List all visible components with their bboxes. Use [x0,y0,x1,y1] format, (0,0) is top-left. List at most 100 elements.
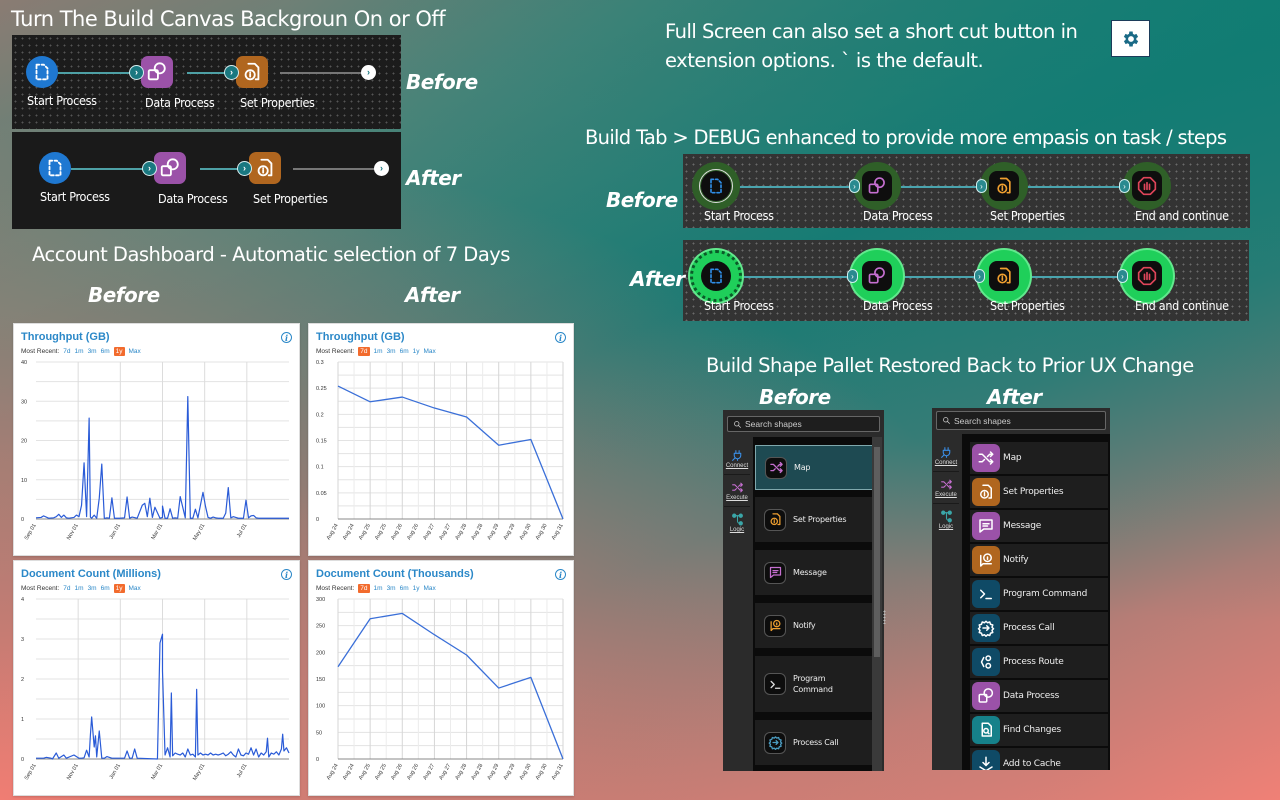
debug-node-set-properties[interactable] [980,162,1028,210]
y-tick-label: 10 [21,478,27,484]
x-tick-label: Aug 28 [454,763,468,781]
notify-icon [980,553,992,567]
search-shapes-input[interactable]: Search shapes [727,416,880,432]
data-process-icon [868,177,885,194]
debug-node-data-process[interactable] [853,162,901,210]
debug-node-label: Set Properties [990,208,1065,223]
node-set-properties[interactable] [249,152,281,184]
debug-node-data-process[interactable] [851,250,903,302]
shape-item-message[interactable]: Message [755,550,872,595]
shape-item-notify[interactable]: Notify [755,603,872,648]
shape-item-program-command[interactable]: Program Command [755,656,872,712]
process-route-icon [980,655,992,669]
shape-icon-tile [765,456,787,479]
scrollbar[interactable] [872,437,882,771]
notify-icon [770,619,780,632]
dashboard-title: Account Dashboard - Automatic selection … [32,243,510,266]
resize-handle[interactable] [883,610,886,624]
shape-item-process-route[interactable]: Process Route [970,646,1108,678]
input-port[interactable]: › [974,269,985,283]
node-start-process[interactable] [39,152,71,184]
scrollbar-thumb[interactable] [874,447,880,657]
x-tick-label: Aug 27 [422,523,436,541]
input-port[interactable]: › [129,65,144,80]
category-logic[interactable]: Logic [724,507,750,539]
start-process-icon [710,268,722,284]
debug-node-start-process[interactable] [692,162,740,210]
node-label: Start Process [40,189,110,204]
shape-item-map[interactable]: Map [755,445,872,490]
process-call-icon [977,620,995,637]
debug-node-set-properties[interactable] [978,250,1030,302]
input-port[interactable]: › [1117,269,1128,283]
input-port[interactable]: › [1119,179,1130,193]
input-port[interactable]: › [237,161,252,176]
debug-node-body [699,169,733,203]
y-tick-label: 300 [316,597,325,603]
y-tick-label: 0 [316,757,319,763]
debug-node-start-process[interactable] [690,250,742,302]
message-icon [979,519,993,533]
output-port[interactable]: › [374,161,389,176]
y-tick-label: 0 [21,517,24,523]
canvas-before-label: Before [406,70,478,94]
input-port[interactable]: › [142,161,157,176]
shape-item-program-command[interactable]: Program Command [970,578,1108,610]
x-tick-label: Aug 28 [454,523,468,541]
shape-item-message[interactable]: Message [970,510,1108,542]
category-execute[interactable]: Execute [724,475,750,507]
node-data-process[interactable] [154,152,186,184]
shape-item-set-properties[interactable]: Set Properties [755,497,872,542]
category-logic[interactable]: Logic [933,504,959,536]
x-tick-label: Aug 29 [487,523,501,541]
shape-icon-tile [972,614,1000,642]
x-tick-label: Sep 01 [24,523,38,541]
process-call-icon [768,736,782,750]
category-connect[interactable]: Connect [724,443,750,475]
category-connect[interactable]: Connect [933,440,959,472]
input-port[interactable]: › [976,179,987,193]
shape-item-find-changes[interactable]: Find Changes [970,714,1108,746]
node-set-properties[interactable] [236,56,268,88]
fullscreen-settings-button[interactable] [1111,20,1150,57]
shape-item-data-process[interactable]: Data Process [970,680,1108,712]
debug-node-end-and-continue[interactable] [1123,162,1171,210]
node-data-process[interactable] [141,56,173,88]
shape-item-process-call[interactable]: Process Call [755,720,872,765]
y-tick-label: 0.25 [316,386,327,392]
shape-icon-tile [972,580,1000,608]
search-shapes-input[interactable]: Search shapes [936,411,1106,430]
y-tick-label: 40 [21,360,27,366]
chart-plot: Sep 01 Nov 01 Jan 01 Mar 01 May 01 Jul 01 0 1 2 3… [21,597,290,782]
x-tick-label: Aug 28 [470,523,484,541]
debug-node-end-and-continue[interactable] [1121,250,1173,302]
x-tick-label: Jul 01 [236,523,249,539]
category-execute[interactable]: Execute [933,472,959,504]
shape-icon-tile [764,731,786,754]
shape-item-process-call[interactable]: Process Call [970,612,1108,644]
shape-item-set-properties[interactable]: Set Properties [970,476,1108,508]
shape-label: Add to Cache [1003,759,1061,769]
shape-label: Message [793,568,827,577]
shape-icon-tile [972,546,1000,574]
x-tick-label: May 01 [192,763,206,782]
output-port[interactable]: › [361,65,376,80]
input-port[interactable]: › [849,179,860,193]
y-tick-label: 0.1 [316,465,324,471]
node-label: Set Properties [253,191,328,206]
x-tick-label: Aug 25 [358,523,372,541]
start-process-icon [710,178,722,194]
category-label: Logic [938,524,954,530]
x-tick-label: Aug 24 [326,523,340,541]
node-start-process[interactable] [26,56,58,88]
chart-plot: Aug 24 Aug 24 Aug 25 Aug 25 Aug 26 Aug 26 Aug … [316,597,565,781]
shape-item-map[interactable]: Map [970,442,1108,474]
x-tick-label: Aug 25 [358,763,372,781]
shape-item-add-to-cache[interactable]: Add to Cache [970,748,1108,770]
input-port[interactable]: › [224,65,239,80]
node-label: Data Process [145,95,215,110]
shape-label: Set Properties [1003,487,1064,497]
shape-item-notify[interactable]: Notify [970,544,1108,576]
debug-node-label: Start Process [704,298,774,313]
input-port[interactable]: › [847,269,858,283]
